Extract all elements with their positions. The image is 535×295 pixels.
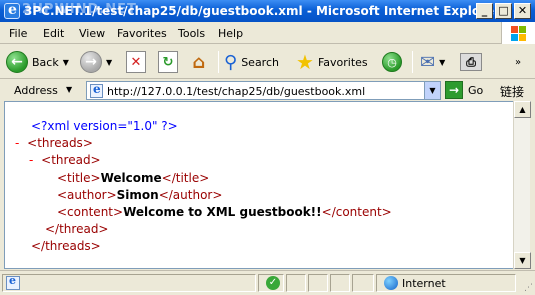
collapse-toggle[interactable]: - bbox=[15, 136, 19, 150]
history-button[interactable]: ◷ bbox=[382, 49, 402, 75]
xml-text: Simon bbox=[116, 188, 159, 202]
xml-tag: <title> bbox=[57, 171, 101, 185]
xml-declaration-text: <?xml version="1.0" ?> bbox=[31, 119, 178, 133]
globe-icon bbox=[384, 276, 398, 290]
xml-tag: <content> bbox=[57, 205, 124, 219]
refresh-button[interactable]: ↻ bbox=[158, 49, 178, 75]
forward-arrow-icon: → bbox=[80, 51, 102, 73]
chevron-down-icon: ▼ bbox=[106, 57, 113, 67]
back-arrow-icon: ← bbox=[6, 51, 28, 73]
menu-help[interactable]: Help bbox=[218, 27, 243, 40]
xml-tag: </threads> bbox=[31, 239, 101, 253]
window-title: 3PC.NET.1/test/chap25/db/guestbook.xml -… bbox=[24, 4, 501, 18]
status-cell bbox=[352, 274, 374, 292]
stop-icon: ✕ bbox=[126, 51, 146, 73]
menu-bar: File Edit View Favorites Tools Help bbox=[0, 22, 535, 44]
toolbar-separator bbox=[218, 51, 219, 73]
back-button[interactable]: ← Back ▼ bbox=[6, 49, 69, 75]
printer-icon: ⎙ bbox=[460, 53, 482, 71]
ie-icon bbox=[4, 2, 20, 19]
minimize-button[interactable]: _ bbox=[476, 3, 493, 19]
links-label[interactable]: 链接 bbox=[500, 83, 524, 100]
xml-document-view: <?xml version="1.0" ?> - <threads> - <th… bbox=[4, 101, 513, 269]
menu-tools[interactable]: Tools bbox=[178, 27, 205, 40]
address-input[interactable]: http://127.0.0.1/test/chap25/db/guestboo… bbox=[86, 81, 441, 100]
xml-tag: </thread> bbox=[45, 222, 109, 236]
vertical-scrollbar[interactable]: ▲ ▼ bbox=[513, 101, 531, 269]
go-button[interactable]: Go bbox=[468, 84, 483, 97]
forward-button[interactable]: → ▼ bbox=[80, 49, 112, 75]
toolbar-separator bbox=[412, 51, 413, 73]
back-label: Back bbox=[32, 55, 59, 69]
xml-line-content: <content>Welcome to XML guestbook!!</con… bbox=[57, 205, 392, 219]
xml-line-thread-open: - <thread> bbox=[29, 153, 101, 167]
history-icon: ◷ bbox=[382, 52, 402, 72]
collapse-toggle[interactable]: - bbox=[29, 153, 33, 167]
home-icon: ⌂ bbox=[192, 51, 206, 73]
zone-label: Internet bbox=[402, 277, 446, 290]
xml-tag: </author> bbox=[158, 188, 223, 202]
xml-line-threads-open: - <threads> bbox=[15, 136, 93, 150]
menu-view[interactable]: View bbox=[79, 27, 105, 40]
search-button[interactable]: ⚲ Search bbox=[224, 49, 279, 75]
status-cell bbox=[286, 274, 306, 292]
address-bar: Address ▼ http://127.0.0.1/test/chap25/d… bbox=[0, 79, 535, 101]
menu-edit[interactable]: Edit bbox=[43, 27, 64, 40]
mail-button[interactable]: ✉ ▼ bbox=[420, 49, 445, 75]
xml-text: Welcome to XML guestbook!! bbox=[123, 205, 322, 219]
search-label: Search bbox=[241, 55, 279, 69]
status-message-cell bbox=[2, 274, 256, 292]
check-icon: ✓ bbox=[266, 276, 280, 290]
print-button[interactable]: ⎙ bbox=[460, 49, 482, 75]
chevrons-right-icon: » bbox=[515, 56, 522, 68]
chevron-down-icon: ▼ bbox=[439, 57, 446, 67]
status-cell bbox=[330, 274, 350, 292]
address-label: Address bbox=[14, 84, 58, 97]
windows-logo-icon bbox=[501, 22, 535, 44]
xml-tag: </title> bbox=[161, 171, 210, 185]
page-icon bbox=[90, 82, 103, 98]
address-url[interactable]: http://127.0.0.1/test/chap25/db/guestboo… bbox=[107, 85, 365, 98]
xml-line-threads-close: </threads> bbox=[31, 239, 101, 253]
favorites-button[interactable]: ★ Favorites bbox=[296, 49, 368, 75]
toolbar: ← Back ▼ → ▼ ✕ ↻ ⌂ ⚲ Search ★ Favorites … bbox=[0, 45, 535, 79]
go-arrow-icon[interactable]: → bbox=[445, 81, 463, 99]
xml-text: Welcome bbox=[100, 171, 162, 185]
refresh-icon: ↻ bbox=[158, 51, 178, 73]
chevron-down-icon[interactable]: ▼ bbox=[66, 85, 72, 94]
status-cell bbox=[308, 274, 328, 292]
mail-icon: ✉ bbox=[420, 51, 436, 73]
xml-declaration: <?xml version="1.0" ?> bbox=[31, 119, 178, 133]
xml-tag: <author> bbox=[57, 188, 117, 202]
toolbar-overflow-button[interactable]: » bbox=[515, 49, 521, 75]
xml-line-thread-close: </thread> bbox=[45, 222, 109, 236]
xml-line-title: <title>Welcome</title> bbox=[57, 171, 209, 185]
close-button[interactable]: ✕ bbox=[514, 3, 531, 19]
home-button[interactable]: ⌂ bbox=[189, 49, 209, 75]
status-bar: ✓ Internet ⋰ bbox=[0, 270, 535, 295]
resize-grip-icon[interactable]: ⋰ bbox=[524, 283, 533, 293]
chevron-down-icon: ▼ bbox=[62, 57, 69, 67]
scroll-down-button[interactable]: ▼ bbox=[514, 252, 531, 269]
stop-button[interactable]: ✕ bbox=[126, 49, 146, 75]
xml-tag: <thread> bbox=[41, 153, 101, 167]
xml-tag: <threads> bbox=[27, 136, 93, 150]
maximize-button[interactable]: □ bbox=[495, 3, 512, 19]
scroll-up-button[interactable]: ▲ bbox=[514, 101, 531, 118]
menu-file[interactable]: File bbox=[9, 27, 27, 40]
star-icon: ★ bbox=[296, 50, 314, 74]
menu-favorites[interactable]: Favorites bbox=[117, 27, 167, 40]
xml-line-author: <author>Simon</author> bbox=[57, 188, 222, 202]
title-bar: 2HPWIND.NET 3PC.NET.1/test/chap25/db/gue… bbox=[0, 0, 535, 22]
xml-tag: </content> bbox=[321, 205, 392, 219]
search-icon: ⚲ bbox=[224, 51, 238, 73]
favorites-label: Favorites bbox=[317, 55, 368, 69]
address-dropdown-button[interactable]: ▼ bbox=[424, 82, 440, 99]
